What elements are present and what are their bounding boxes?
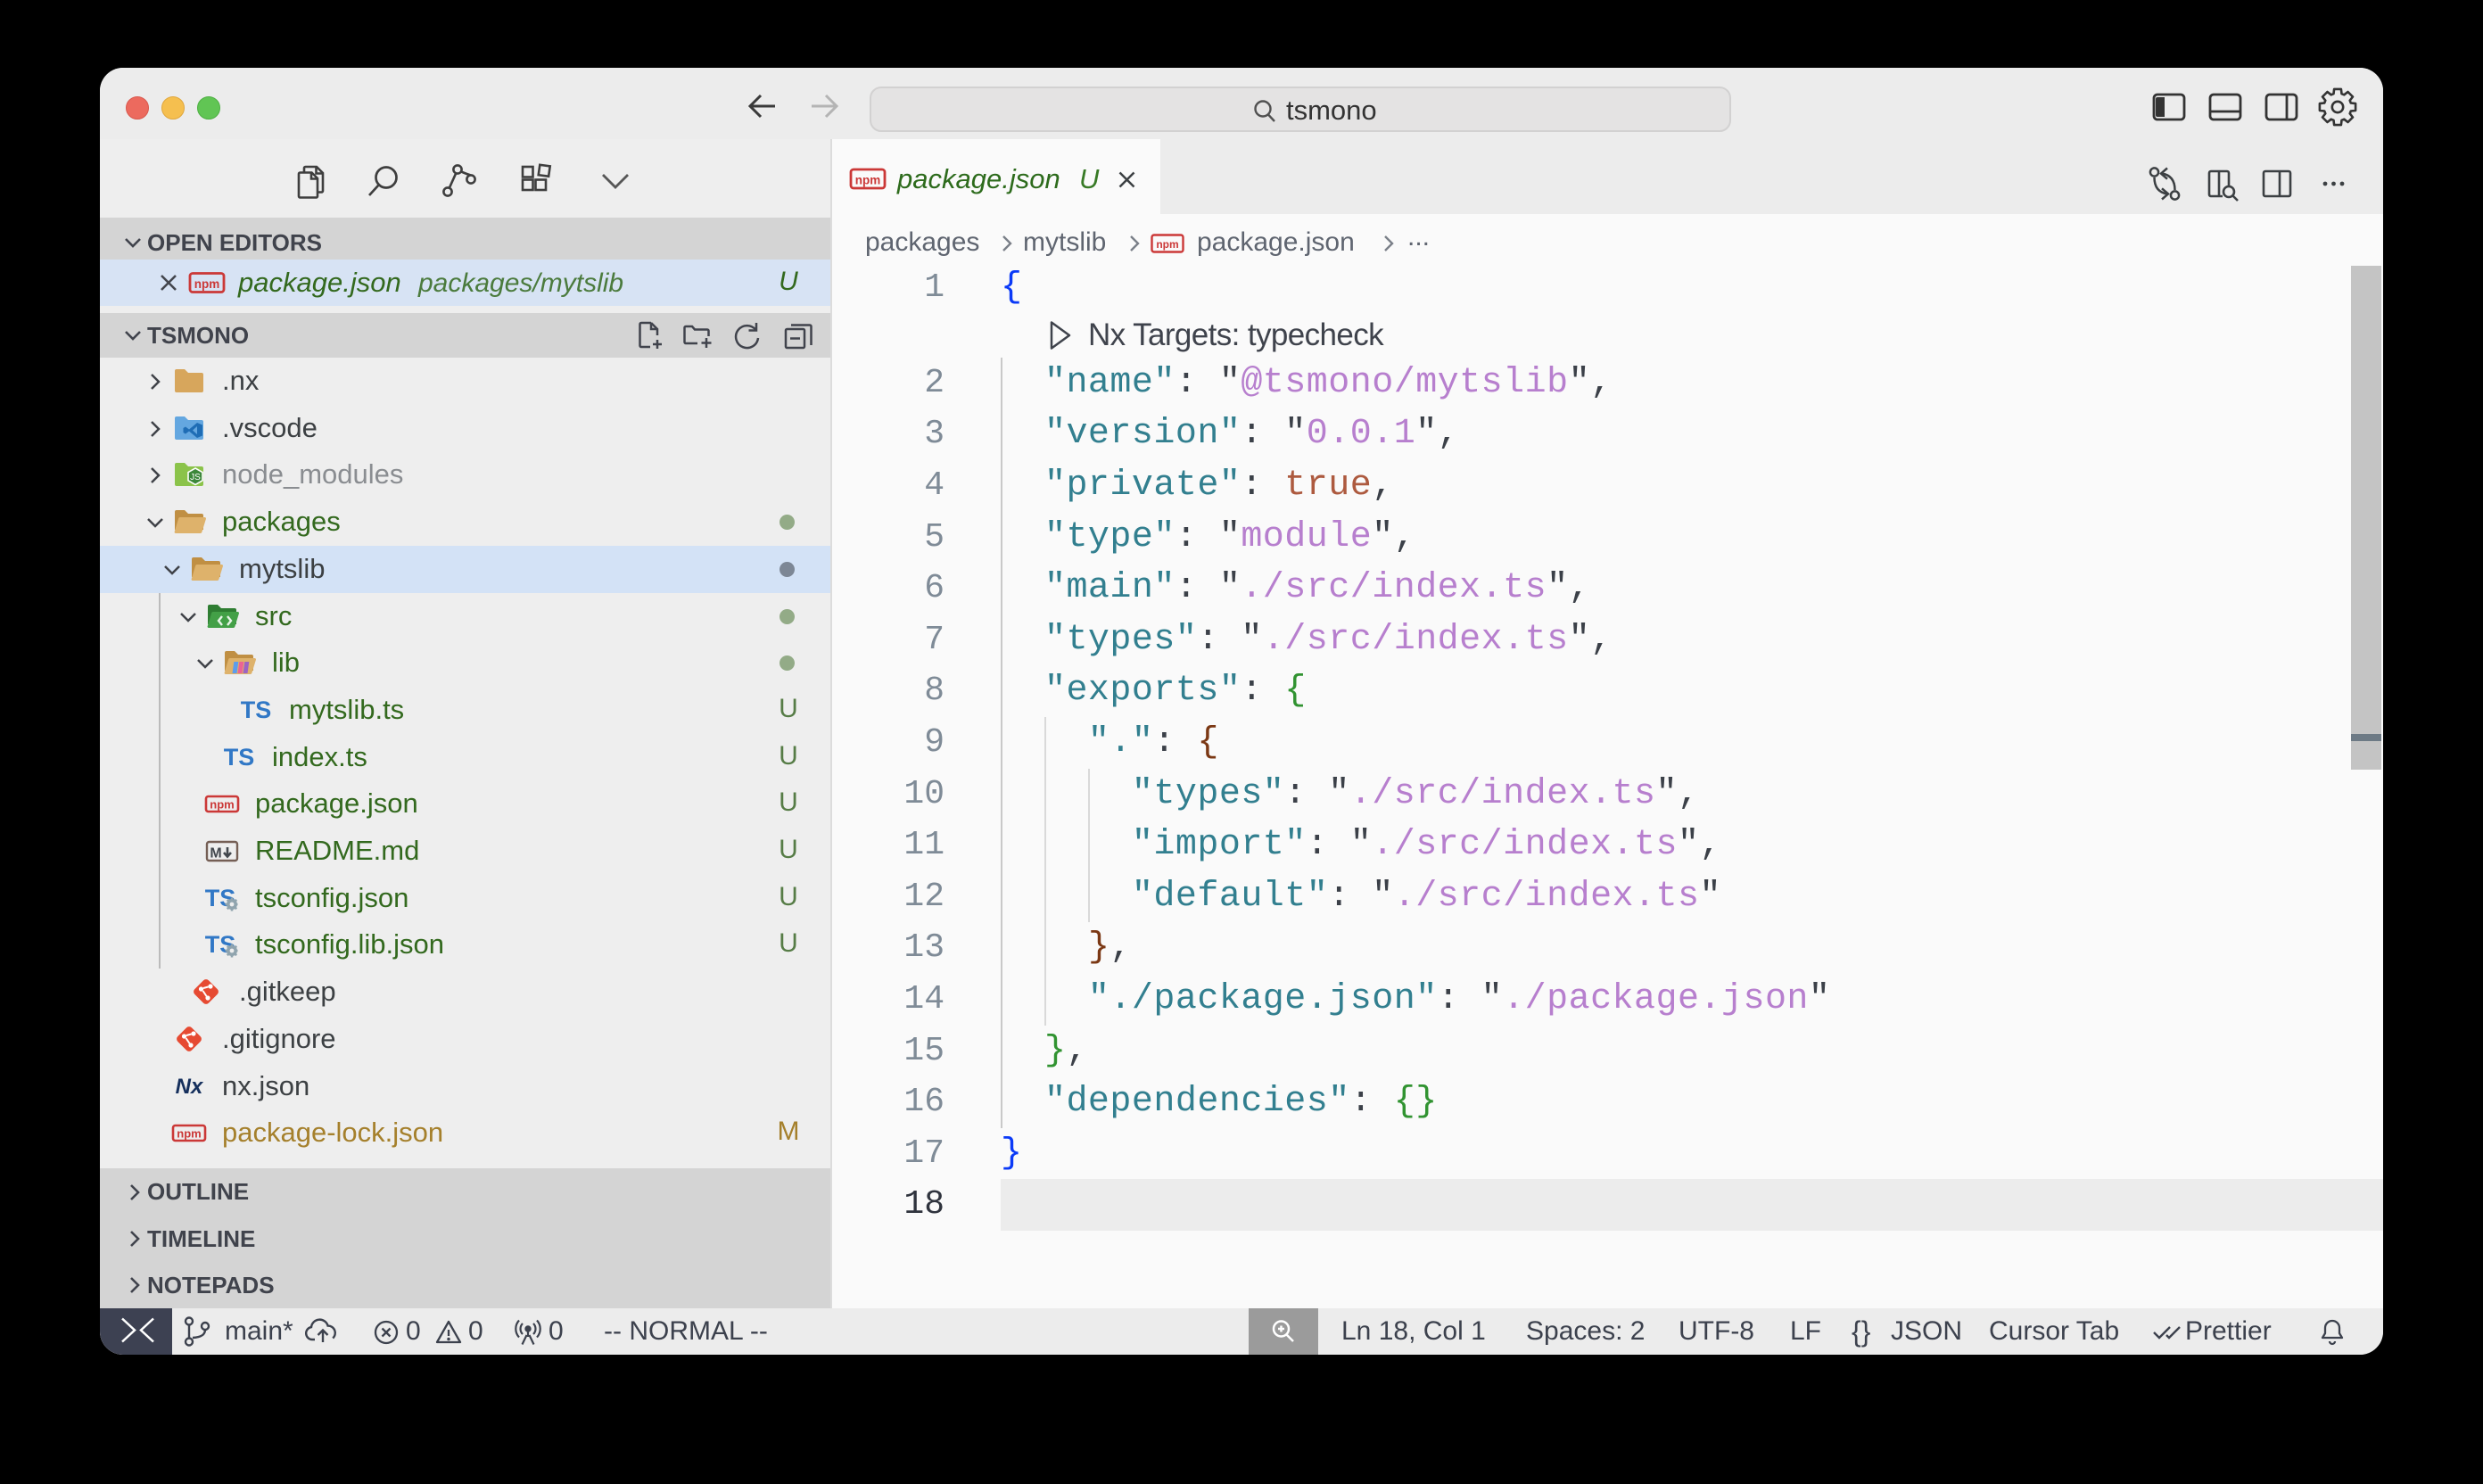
svg-text:TS: TS [241,697,272,723]
svg-text:npm: npm [177,1127,201,1141]
svg-text:M: M [210,846,221,862]
svg-text:npm: npm [855,174,881,187]
svg-text:JS: JS [190,473,201,482]
svg-text:Nx: Nx [176,1075,204,1099]
svg-text:npm: npm [194,277,220,291]
svg-text:TS: TS [224,744,255,771]
svg-text:npm: npm [1156,238,1178,251]
svg-text:npm: npm [210,798,234,812]
